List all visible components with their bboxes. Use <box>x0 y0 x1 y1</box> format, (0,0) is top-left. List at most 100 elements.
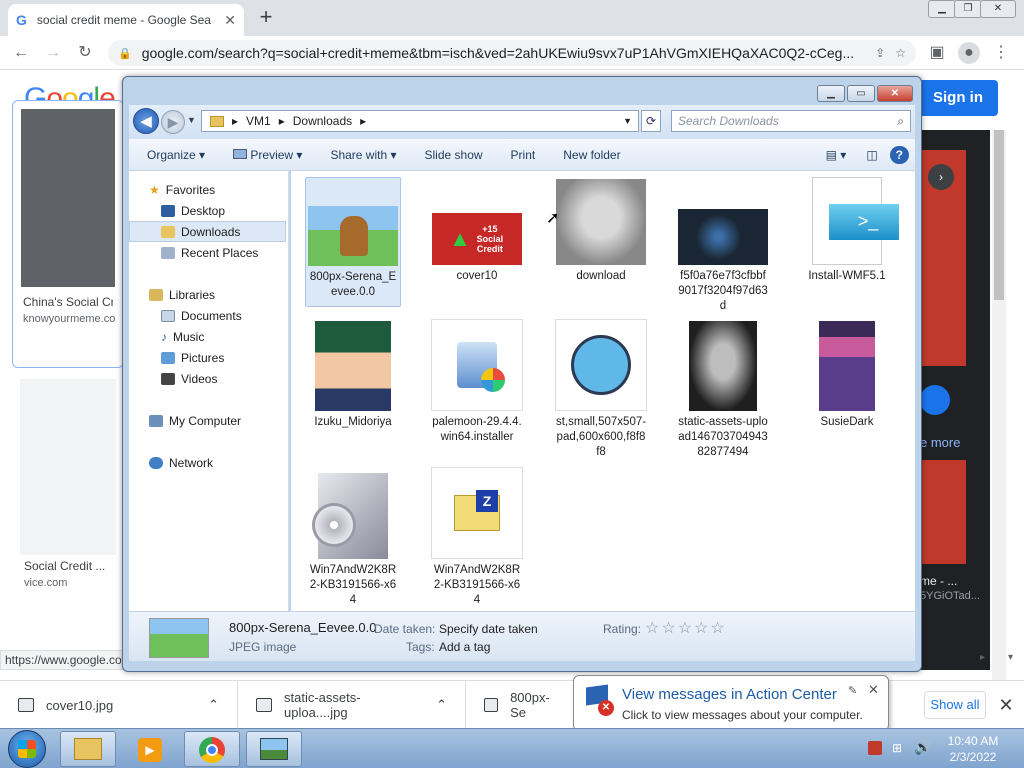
slide-show-button[interactable]: Slide show <box>417 144 491 166</box>
nav-pictures[interactable]: Pictures <box>129 347 288 368</box>
sign-in-button[interactable]: Sign in <box>918 80 998 116</box>
show-all-button[interactable]: Show all <box>924 691 986 719</box>
close-downloads-icon[interactable]: ✕ <box>996 691 1016 719</box>
file-item[interactable]: >_ Install-WMF5.1 <box>799 177 899 284</box>
back-arrow-icon[interactable]: ← <box>10 42 32 64</box>
preview-pane-icon[interactable]: ◫ <box>858 144 885 166</box>
breadcrumb-downloads[interactable]: Downloads <box>293 114 352 128</box>
result-thumbnail <box>21 109 115 287</box>
taskbar-photo-viewer[interactable] <box>246 731 302 767</box>
address-bar[interactable]: 🔒 google.com/search?q=social+credit+meme… <box>108 40 916 66</box>
file-item[interactable]: static-assets-upload14670370494382877494 <box>675 321 771 460</box>
taskbar-media-player[interactable]: ▶ <box>122 731 178 767</box>
file-item[interactable]: Izuku_Midoriya <box>305 321 401 430</box>
breadcrumb-separator-icon[interactable]: ▸ <box>279 114 285 128</box>
details-tags-value[interactable]: Add a tag <box>439 640 490 654</box>
menu-kebab-icon[interactable]: ⋮ <box>990 42 1012 64</box>
related-image[interactable] <box>920 460 966 564</box>
nav-libraries[interactable]: Libraries <box>129 284 288 305</box>
command-bar: Organize ▾ Preview ▾ Share with ▾ Slide … <box>129 139 915 171</box>
nav-music[interactable]: ♪ Music <box>129 326 288 347</box>
action-center-notification[interactable]: ✕ View messages in Action Center Click t… <box>573 675 889 731</box>
organize-menu[interactable]: Organize ▾ <box>139 144 213 166</box>
file-item[interactable]: Z Win7AndW2K8R2-KB3191566-x64 <box>429 467 525 608</box>
recent-pages-dropdown-icon[interactable]: ▼ <box>187 115 196 125</box>
forward-arrow-icon[interactable]: → <box>42 42 64 64</box>
breadcrumb-dropdown-icon[interactable]: ▼ <box>623 116 632 126</box>
minimize-button[interactable]: ▁ <box>928 0 956 18</box>
print-button[interactable]: Print <box>503 144 544 166</box>
nav-network[interactable]: Network <box>129 452 288 473</box>
result-card[interactable]: Social Credit ... vice.com <box>12 375 124 605</box>
scrollbar-thumb[interactable] <box>994 130 1004 300</box>
rating-stars-icon[interactable]: ☆☆☆☆☆ <box>645 618 727 638</box>
share-icon[interactable]: ⇪ <box>875 46 885 60</box>
bookmark-star-icon[interactable]: ☆ <box>895 46 906 60</box>
taskbar-explorer[interactable] <box>60 731 116 767</box>
new-tab-button[interactable]: + <box>252 6 280 30</box>
close-window-button[interactable]: ✕ <box>980 0 1016 18</box>
search-icon[interactable]: ⌕ <box>897 111 904 131</box>
search-input[interactable]: Search Downloads ⌕ <box>671 110 911 132</box>
side-panel-icon[interactable]: ▣ <box>926 42 948 64</box>
documents-icon <box>161 309 175 322</box>
preview-menu[interactable]: Preview ▾ <box>225 144 310 166</box>
nav-favorites[interactable]: ★ Favorites <box>129 179 288 200</box>
nav-recent-places[interactable]: Recent Places <box>129 242 288 263</box>
scroll-arrow-right-icon[interactable]: ▸ <box>980 652 985 663</box>
nav-downloads[interactable]: Downloads <box>129 221 286 242</box>
file-item[interactable]: ▲ +15 Social Credit cover10 <box>429 177 525 284</box>
system-clock[interactable]: 10:40 AM 2/3/2022 <box>936 733 1010 765</box>
file-item[interactable]: 800px-Serena_Eevee.0.0 <box>305 177 401 307</box>
help-icon[interactable]: ? <box>889 145 909 164</box>
image-file-icon <box>256 698 272 712</box>
file-item[interactable]: SusieDark <box>799 321 895 430</box>
nav-label: Music <box>173 329 205 344</box>
file-item[interactable]: palemoon-29.4.4.win64.installer <box>429 319 525 445</box>
breadcrumb[interactable]: ▸ VM1 ▸ Downloads ▸ ▼ <box>201 110 639 132</box>
next-arrow-icon[interactable]: › <box>928 164 954 190</box>
breadcrumb-separator-icon[interactable]: ▸ <box>232 114 238 128</box>
nav-desktop[interactable]: Desktop <box>129 200 288 221</box>
nav-videos[interactable]: Videos <box>129 368 288 389</box>
page-scrollbar[interactable] <box>992 130 1006 730</box>
close-tab-icon[interactable]: ✕ <box>224 12 236 29</box>
change-view-icon[interactable]: ▤ ▾ <box>818 144 855 166</box>
see-more-link[interactable]: e more <box>920 435 960 450</box>
chevron-up-icon[interactable]: ⌃ <box>436 697 447 713</box>
back-button[interactable]: ◀ <box>133 108 159 134</box>
file-item[interactable]: f5f0a76e7f3cfbbf9017f3204f97d63d <box>675 177 771 314</box>
download-item[interactable]: 800px-Se <box>466 681 576 729</box>
result-card[interactable]: China's Social Cre knowyourmeme.co <box>12 100 124 368</box>
breadcrumb-vm1[interactable]: VM1 <box>246 114 271 128</box>
download-item[interactable]: static-assets-uploa....jpg ⌃ <box>238 681 466 729</box>
file-item[interactable]: Win7AndW2K8R2-KB3191566-x64 <box>305 471 401 608</box>
image-file-icon <box>484 698 499 712</box>
file-item[interactable]: download <box>553 177 649 284</box>
refresh-icon[interactable]: ⟳ <box>641 110 661 132</box>
action-center-tray-icon[interactable] <box>868 741 882 755</box>
installer-icon <box>431 319 523 415</box>
reload-icon[interactable]: ↻ <box>74 42 96 64</box>
share-with-menu[interactable]: Share with ▾ <box>322 144 404 166</box>
scroll-arrow-down-icon[interactable]: ▾ <box>1008 652 1013 663</box>
new-folder-button[interactable]: New folder <box>555 144 628 166</box>
start-button[interactable] <box>8 730 46 768</box>
download-item[interactable]: cover10.jpg ⌃ <box>0 681 238 729</box>
maximize-button[interactable]: ❐ <box>954 0 982 18</box>
details-date-value[interactable]: Specify date taken <box>439 622 538 636</box>
pin-icon[interactable]: ✎ <box>848 684 857 697</box>
profile-avatar-icon[interactable]: ● <box>958 42 980 64</box>
visit-button[interactable] <box>920 385 950 415</box>
tab-social-credit[interactable]: G social credit meme - Google Sea ✕ <box>8 4 244 36</box>
nav-documents[interactable]: Documents <box>129 305 288 326</box>
volume-icon[interactable]: 🔊 <box>914 739 931 756</box>
chevron-up-icon[interactable]: ⌃ <box>208 697 219 713</box>
taskbar-chrome[interactable] <box>184 731 240 767</box>
network-tray-icon[interactable]: ⊞ <box>892 741 902 755</box>
close-notification-icon[interactable]: ✕ <box>868 682 879 698</box>
forward-button[interactable]: ▶ <box>161 110 185 134</box>
file-item[interactable]: st,small,507x507-pad,600x600,f8f8f8 <box>553 319 649 460</box>
breadcrumb-separator-icon[interactable]: ▸ <box>360 114 366 128</box>
nav-my-computer[interactable]: My Computer <box>129 410 288 431</box>
